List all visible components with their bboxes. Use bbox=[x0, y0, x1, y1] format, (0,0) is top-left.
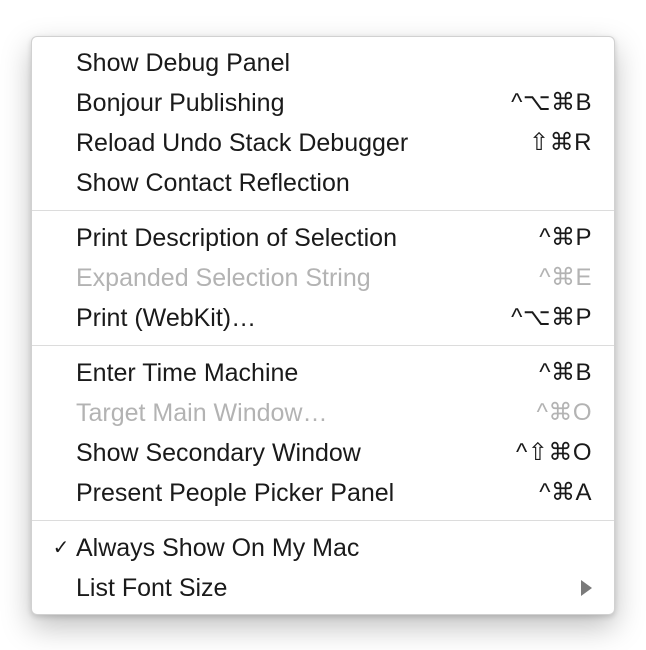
menu-item[interactable]: Show Secondary Window ^⇧⌘O bbox=[32, 433, 614, 473]
menu-shortcut: ^⌘O bbox=[537, 395, 592, 431]
menu-shortcut: ⇧⌘R bbox=[529, 125, 592, 161]
menu-item-label: Always Show On My Mac bbox=[76, 530, 359, 566]
menu-separator bbox=[32, 520, 614, 521]
menu-item-label: Expanded Selection String bbox=[76, 260, 371, 296]
menu-item[interactable]: Show Contact Reflection bbox=[32, 163, 614, 203]
menu-item-label: Target Main Window… bbox=[76, 395, 327, 431]
menu-item-label: Show Secondary Window bbox=[76, 435, 361, 471]
menu-separator bbox=[32, 210, 614, 211]
checkmark-icon: ✓ bbox=[46, 530, 76, 566]
menu-item-label: Show Debug Panel bbox=[76, 45, 290, 81]
menu-shortcut: ^⌥⌘P bbox=[511, 300, 592, 336]
menu-shortcut: ^⌘E bbox=[539, 260, 592, 296]
menu-item[interactable]: Enter Time Machine ^⌘B bbox=[32, 353, 614, 393]
menu-item[interactable]: Show Debug Panel bbox=[32, 43, 614, 83]
menu-separator bbox=[32, 345, 614, 346]
menu-item-label: Reload Undo Stack Debugger bbox=[76, 125, 408, 161]
menu-item[interactable]: Present People Picker Panel ^⌘A bbox=[32, 473, 614, 513]
context-menu: Show Debug PanelBonjour Publishing^⌥⌘BRe… bbox=[31, 36, 615, 615]
menu-item[interactable]: Print Description of Selection ^⌘P bbox=[32, 218, 614, 258]
menu-shortcut: ^⇧⌘O bbox=[516, 435, 592, 471]
menu-shortcut: ^⌘B bbox=[539, 355, 592, 391]
menu-item[interactable]: Print (WebKit)… ^⌥⌘P bbox=[32, 298, 614, 338]
menu-item-label: Print Description of Selection bbox=[76, 220, 397, 256]
menu-item-label: Print (WebKit)… bbox=[76, 300, 256, 336]
menu-item-label: Present People Picker Panel bbox=[76, 475, 394, 511]
menu-shortcut: ^⌘P bbox=[539, 220, 592, 256]
menu-item-label: Bonjour Publishing bbox=[76, 85, 284, 121]
menu-item-label: Show Contact Reflection bbox=[76, 165, 350, 201]
submenu-arrow-icon bbox=[581, 580, 592, 596]
menu-shortcut: ^⌘A bbox=[539, 475, 592, 511]
menu-item: Target Main Window… ^⌘O bbox=[32, 393, 614, 433]
menu-item[interactable]: ✓Always Show On My Mac bbox=[32, 528, 614, 568]
menu-item-label: Enter Time Machine bbox=[76, 355, 298, 391]
menu-item[interactable]: Reload Undo Stack Debugger ⇧⌘R bbox=[32, 123, 614, 163]
menu-item: Expanded Selection String ^⌘E bbox=[32, 258, 614, 298]
menu-item-label: List Font Size bbox=[76, 570, 227, 606]
menu-item[interactable]: Bonjour Publishing ^⌥⌘B bbox=[32, 83, 614, 123]
menu-shortcut: ^⌥⌘B bbox=[511, 85, 592, 121]
menu-item[interactable]: List Font Size bbox=[32, 568, 614, 608]
